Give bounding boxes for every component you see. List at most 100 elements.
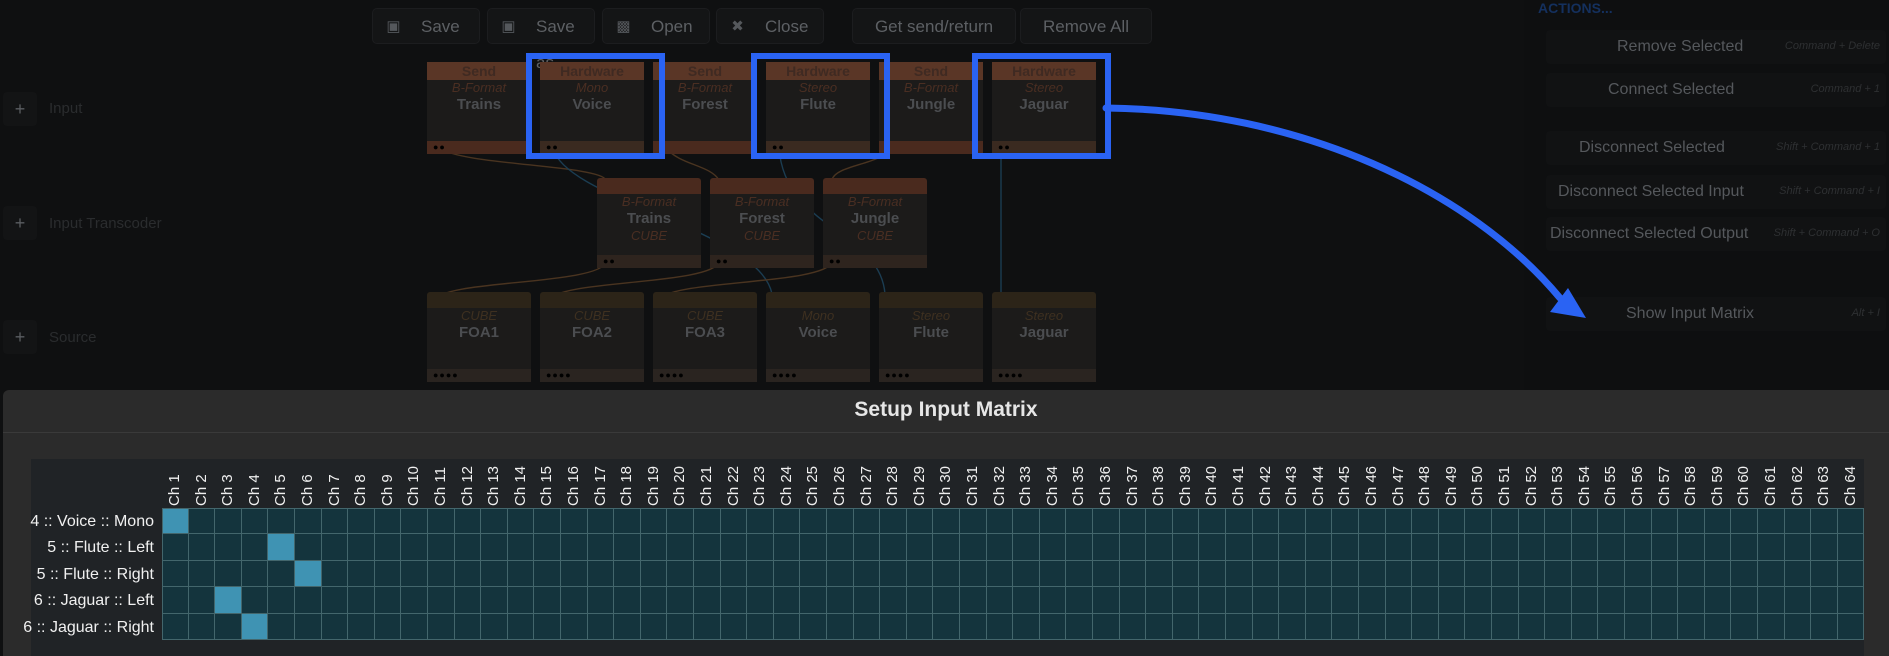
matrix-cell[interactable] bbox=[401, 587, 428, 614]
matrix-cell[interactable] bbox=[694, 534, 721, 561]
matrix-cell[interactable] bbox=[1545, 508, 1572, 535]
matrix-cell[interactable] bbox=[640, 560, 668, 588]
matrix-cell[interactable] bbox=[1811, 508, 1838, 535]
matrix-cell[interactable] bbox=[1651, 613, 1679, 640]
matrix-cell-active[interactable] bbox=[268, 534, 295, 561]
matrix-cell[interactable] bbox=[348, 534, 375, 561]
matrix-cell-active[interactable] bbox=[241, 613, 269, 640]
matrix-cell[interactable] bbox=[1252, 508, 1280, 535]
matrix-cell[interactable] bbox=[1279, 560, 1306, 588]
matrix-cell[interactable] bbox=[1172, 560, 1200, 588]
matrix-cell[interactable] bbox=[1093, 508, 1120, 535]
matrix-cell-active[interactable] bbox=[295, 560, 322, 588]
matrix-cell[interactable] bbox=[1758, 508, 1785, 535]
matrix-cell[interactable] bbox=[1385, 560, 1413, 588]
matrix-cell[interactable] bbox=[986, 560, 1014, 588]
matrix-cell[interactable] bbox=[1252, 613, 1280, 640]
matrix-cell[interactable] bbox=[667, 560, 694, 588]
matrix-cell[interactable] bbox=[162, 560, 189, 588]
matrix-cell[interactable] bbox=[800, 560, 827, 588]
matrix-cell[interactable] bbox=[1226, 508, 1253, 535]
matrix-cell[interactable] bbox=[1625, 560, 1652, 588]
matrix-cell[interactable] bbox=[1784, 534, 1812, 561]
matrix-cell[interactable] bbox=[1571, 560, 1599, 588]
matrix-cell[interactable] bbox=[667, 508, 694, 535]
matrix-cell[interactable] bbox=[561, 613, 588, 640]
matrix-cell[interactable] bbox=[188, 587, 216, 614]
matrix-cell[interactable] bbox=[534, 508, 561, 535]
matrix-cell[interactable] bbox=[1625, 534, 1652, 561]
matrix-cell[interactable] bbox=[1199, 508, 1226, 535]
matrix-cell[interactable] bbox=[1704, 587, 1732, 614]
matrix-cell[interactable] bbox=[1199, 613, 1226, 640]
matrix-cell[interactable] bbox=[1039, 560, 1067, 588]
matrix-cell[interactable] bbox=[1066, 587, 1093, 614]
matrix-cell[interactable] bbox=[1199, 587, 1226, 614]
matrix-cell[interactable] bbox=[1359, 587, 1386, 614]
matrix-cell[interactable] bbox=[1625, 508, 1652, 535]
matrix-cell[interactable] bbox=[1438, 613, 1466, 640]
matrix-cell[interactable] bbox=[268, 560, 295, 588]
matrix-cell[interactable] bbox=[1385, 534, 1413, 561]
matrix-cell[interactable] bbox=[1013, 613, 1040, 640]
matrix-cell[interactable] bbox=[827, 534, 854, 561]
matrix-cell[interactable] bbox=[1172, 534, 1200, 561]
matrix-cell[interactable] bbox=[1226, 613, 1253, 640]
matrix-cell[interactable] bbox=[1492, 534, 1519, 561]
matrix-cell[interactable] bbox=[295, 613, 322, 640]
matrix-cell[interactable] bbox=[747, 613, 774, 640]
matrix-cell[interactable] bbox=[1465, 560, 1492, 588]
matrix-cell[interactable] bbox=[507, 534, 535, 561]
matrix-cell[interactable] bbox=[321, 560, 349, 588]
matrix-cell[interactable] bbox=[268, 587, 295, 614]
matrix-cell[interactable] bbox=[507, 508, 535, 535]
matrix-cell[interactable] bbox=[1465, 587, 1492, 614]
matrix-cell[interactable] bbox=[986, 613, 1014, 640]
matrix-cell[interactable] bbox=[1279, 534, 1306, 561]
matrix-cell[interactable] bbox=[162, 613, 189, 640]
matrix-cell[interactable] bbox=[1837, 587, 1865, 614]
matrix-cell[interactable] bbox=[1465, 508, 1492, 535]
matrix-cell[interactable] bbox=[1119, 508, 1147, 535]
matrix-cell[interactable] bbox=[773, 508, 801, 535]
matrix-cell[interactable] bbox=[321, 587, 349, 614]
matrix-cell[interactable] bbox=[1492, 613, 1519, 640]
matrix-cell[interactable] bbox=[1412, 560, 1439, 588]
matrix-cell[interactable] bbox=[827, 587, 854, 614]
matrix-cell[interactable] bbox=[1811, 534, 1838, 561]
matrix-cell[interactable] bbox=[561, 560, 588, 588]
matrix-cell[interactable] bbox=[1359, 534, 1386, 561]
matrix-cell[interactable] bbox=[321, 508, 349, 535]
matrix-cell[interactable] bbox=[1119, 534, 1147, 561]
matrix-cell[interactable] bbox=[720, 587, 748, 614]
matrix-cell[interactable] bbox=[162, 534, 189, 561]
matrix-cell[interactable] bbox=[1066, 508, 1093, 535]
matrix-cell[interactable] bbox=[215, 508, 242, 535]
matrix-cell[interactable] bbox=[853, 560, 881, 588]
matrix-cell[interactable] bbox=[454, 587, 482, 614]
matrix-cell[interactable] bbox=[1438, 508, 1466, 535]
matrix-cell[interactable] bbox=[428, 587, 455, 614]
matrix-cell[interactable] bbox=[827, 508, 854, 535]
matrix-cell[interactable] bbox=[694, 560, 721, 588]
matrix-cell[interactable] bbox=[428, 508, 455, 535]
matrix-cell[interactable] bbox=[1731, 534, 1758, 561]
matrix-cell[interactable] bbox=[1758, 587, 1785, 614]
matrix-cell[interactable] bbox=[1678, 587, 1705, 614]
matrix-cell[interactable] bbox=[295, 587, 322, 614]
matrix-cell[interactable] bbox=[1731, 587, 1758, 614]
matrix-cell[interactable] bbox=[906, 560, 934, 588]
matrix-cell[interactable] bbox=[1252, 587, 1280, 614]
matrix-cell[interactable] bbox=[241, 587, 269, 614]
matrix-cell[interactable] bbox=[1146, 587, 1173, 614]
matrix-cell[interactable] bbox=[1093, 534, 1120, 561]
matrix-cell[interactable] bbox=[481, 613, 508, 640]
matrix-cell[interactable] bbox=[1678, 613, 1705, 640]
matrix-cell[interactable] bbox=[428, 613, 455, 640]
matrix-cell[interactable] bbox=[507, 587, 535, 614]
matrix-cell[interactable] bbox=[694, 613, 721, 640]
matrix-cell[interactable] bbox=[1039, 534, 1067, 561]
matrix-cell[interactable] bbox=[694, 508, 721, 535]
matrix-cell[interactable] bbox=[1385, 613, 1413, 640]
matrix-cell[interactable] bbox=[747, 560, 774, 588]
